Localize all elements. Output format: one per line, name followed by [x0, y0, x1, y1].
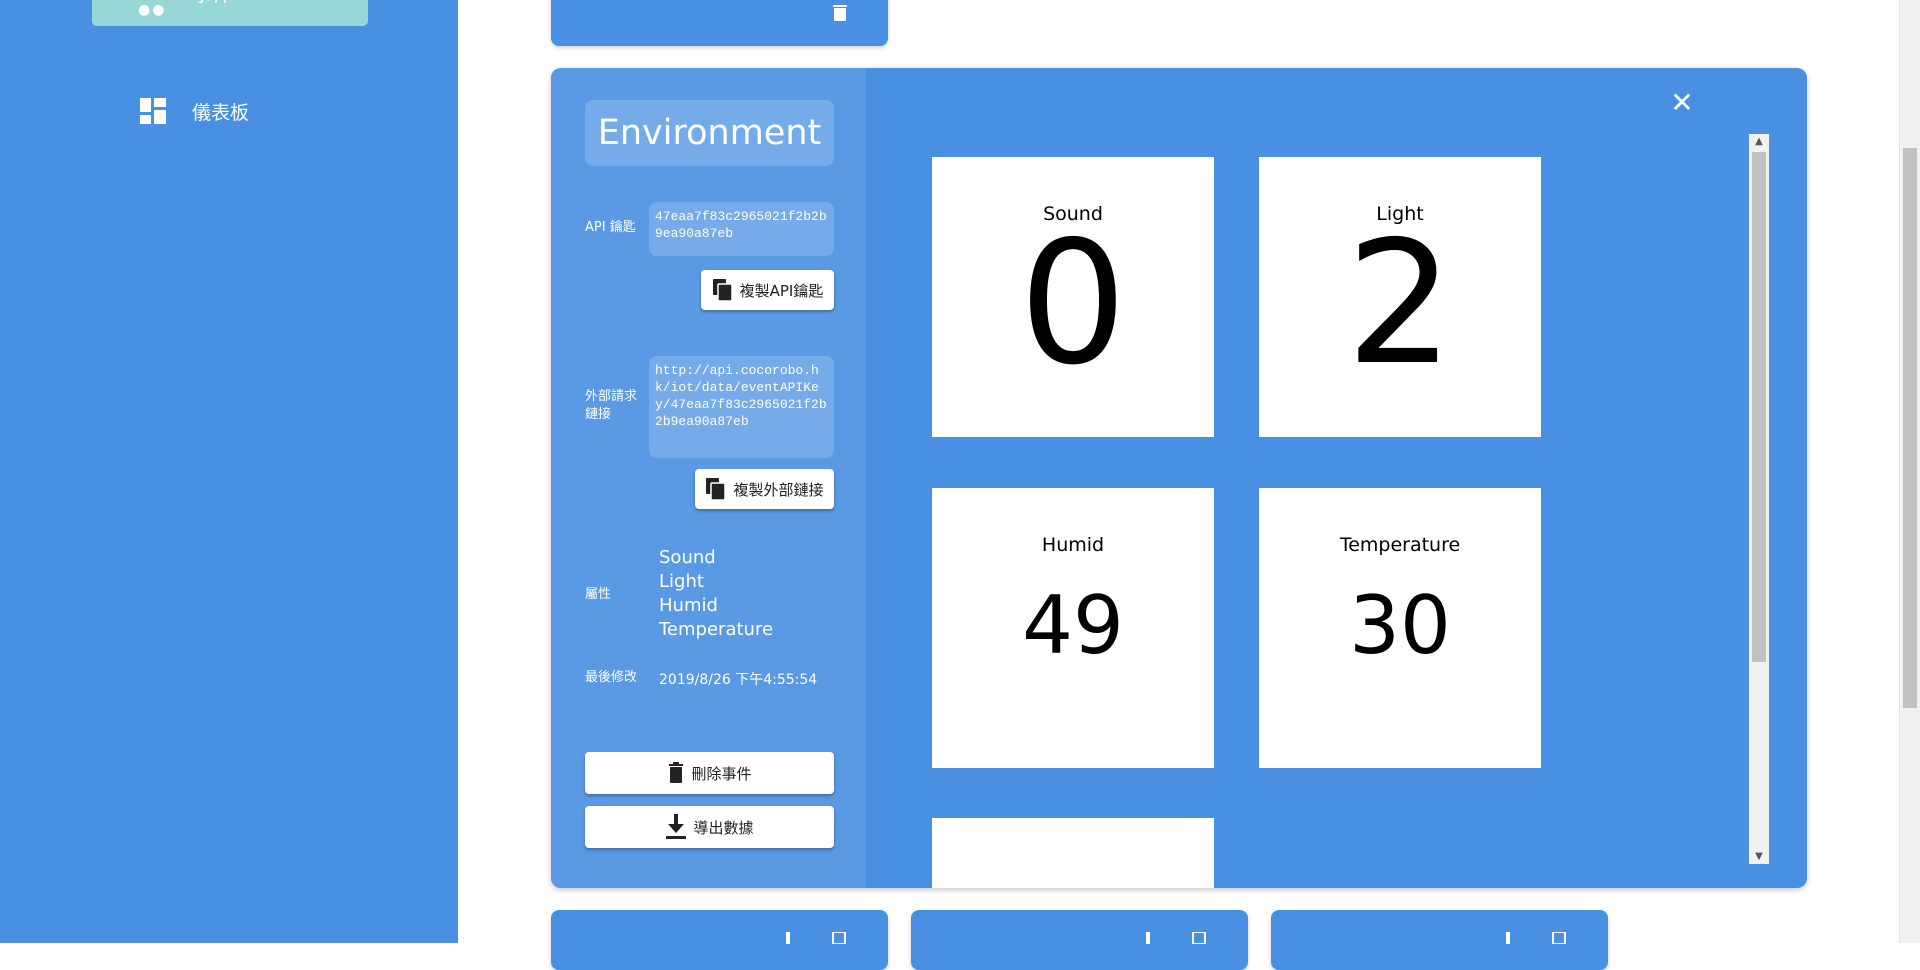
api-key-label: API 鑰匙	[585, 220, 636, 235]
sensor-tile-humid: Humid 49	[932, 488, 1214, 768]
scroll-up-icon[interactable]: ▲	[1749, 136, 1769, 147]
last-modified-value: 2019/8/26 下午4:55:54	[659, 672, 818, 688]
external-link-value: http://api.cocorobo.hk/iot/data/eventAPI…	[649, 356, 834, 458]
copy-icon	[706, 478, 727, 501]
attributes-label: 屬性	[585, 587, 612, 602]
tile-value: 0	[1018, 205, 1128, 403]
download-icon[interactable]	[781, 932, 795, 944]
delete-event-label: 刪除事件	[691, 764, 752, 783]
sensor-tile-temperature: Temperature 30	[1259, 488, 1541, 768]
sidebar-item-events[interactable]: ●● 事件	[92, 0, 368, 26]
copy-icon[interactable]	[1551, 932, 1567, 944]
trash-icon[interactable]	[832, 2, 848, 22]
event-card-bottom-3[interactable]	[1271, 910, 1608, 970]
copy-icon[interactable]	[1191, 932, 1207, 944]
attributes-list: Sound Light Humid Temperature	[659, 546, 773, 642]
sidebar: ●● 事件 儀表板	[0, 0, 458, 943]
delete-event-button[interactable]: 刪除事件	[585, 752, 834, 794]
copy-external-link-label: 複製外部鏈接	[733, 480, 824, 499]
tile-name: Temperature	[1339, 534, 1461, 556]
last-modified-label: 最後修改	[585, 670, 638, 685]
copy-icon[interactable]	[831, 932, 847, 944]
event-card-bottom-2[interactable]	[911, 910, 1248, 970]
page-scrollbar[interactable]	[1899, 0, 1920, 943]
event-card-top[interactable]	[551, 0, 888, 46]
scrollbar-thumb[interactable]	[1752, 152, 1766, 662]
event-info-panel: Environment API 鑰匙 47eaa7f83c2965021f2b2…	[551, 68, 866, 888]
copy-icon	[712, 279, 733, 302]
tile-value: 2	[1345, 205, 1455, 403]
sensor-tile-light: Light 2	[1259, 157, 1541, 437]
event-card-bottom-1[interactable]	[551, 910, 888, 970]
export-data-button[interactable]: 導出數據	[585, 806, 834, 848]
sidebar-item-dashboard-label: 儀表板	[192, 101, 250, 124]
sensor-tile-partial	[932, 818, 1214, 888]
tiles-scrollbar[interactable]: ▲ ▼	[1749, 134, 1769, 864]
attribute-item: Sound	[659, 547, 716, 568]
sensor-tile-sound: Sound 0	[932, 157, 1214, 437]
copy-api-key-label: 複製API鑰匙	[739, 281, 824, 300]
scroll-down-icon[interactable]: ▼	[1749, 851, 1769, 862]
copy-api-key-button[interactable]: 複製API鑰匙	[701, 270, 834, 310]
tile-value: 30	[1349, 579, 1451, 672]
download-icon[interactable]	[1501, 932, 1515, 944]
tile-value: 49	[1022, 579, 1124, 672]
download-icon[interactable]	[1141, 932, 1155, 944]
copy-external-link-button[interactable]: 複製外部鏈接	[695, 469, 834, 509]
event-detail-card: Environment API 鑰匙 47eaa7f83c2965021f2b2…	[551, 68, 1807, 888]
attribute-item: Light	[659, 571, 704, 592]
tile-name: Humid	[1041, 534, 1105, 556]
sidebar-item-events-label: 事件	[192, 0, 232, 7]
attribute-item: Humid	[659, 595, 718, 616]
download-icon	[666, 814, 687, 839]
attribute-item: Temperature	[659, 619, 774, 640]
external-link-label: 外部請求鏈接	[585, 389, 638, 422]
trash-icon	[669, 762, 684, 783]
events-icon: ●●	[138, 2, 167, 18]
api-key-value: 47eaa7f83c2965021f2b2b9ea90a87eb	[649, 202, 834, 256]
sidebar-item-dashboard[interactable]: 儀表板	[140, 96, 249, 126]
export-data-label: 導出數據	[693, 818, 754, 837]
event-title: Environment	[585, 100, 834, 166]
page-scrollbar-thumb[interactable]	[1903, 148, 1917, 708]
dashboard-icon	[140, 98, 166, 124]
close-icon[interactable]: ✕	[1669, 89, 1695, 117]
